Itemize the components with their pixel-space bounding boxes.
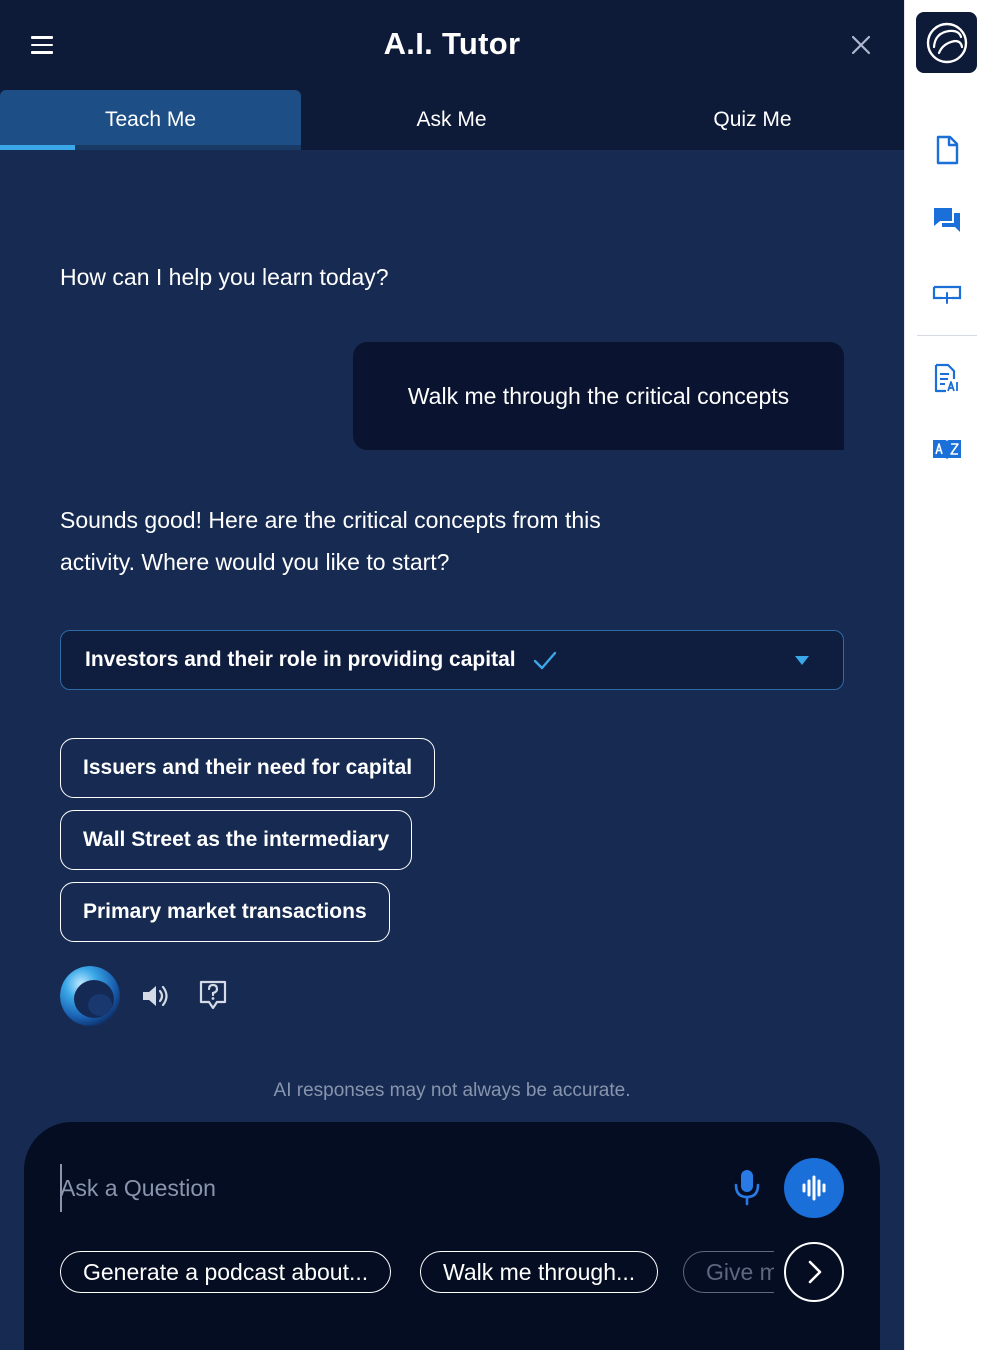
selected-concept-label: Investors and their role in providing ca…	[85, 648, 516, 671]
tab-teach-me[interactable]: Teach Me	[0, 90, 301, 150]
suggested-prompt-chip[interactable]: Generate a podcast about...	[60, 1251, 392, 1293]
ask-question-input[interactable]	[60, 1166, 680, 1210]
next-prompts-button[interactable]	[784, 1242, 844, 1302]
ai-tutor-panel: A.I. Tutor Teach Me Ask Me Quiz Me How c…	[0, 0, 904, 1350]
dictionary-icon	[933, 440, 961, 460]
slides-icon	[932, 285, 962, 304]
composer: Generate a podcast about... Walk me thro…	[24, 1122, 880, 1350]
concept-option[interactable]: Issuers and their need for capital	[60, 738, 436, 798]
ai-disclaimer: AI responses may not always be accurate.	[273, 1080, 631, 1101]
checkmark-icon	[533, 651, 556, 670]
chat-icon	[934, 208, 960, 232]
rail-divider	[917, 335, 977, 336]
rail-dictionary-button[interactable]	[927, 430, 967, 470]
selected-concept-dropdown[interactable]: Investors and their role in providing ca…	[60, 630, 844, 690]
suggested-prompt-chip[interactable]: Give m	[683, 1251, 774, 1293]
suggested-prompt-chip[interactable]: Walk me through...	[420, 1251, 659, 1293]
rail-document-button[interactable]	[927, 130, 967, 170]
ai-greeting: How can I help you learn today?	[60, 264, 389, 290]
rail-chat-button[interactable]	[927, 200, 967, 240]
chevron-down-icon	[795, 656, 809, 665]
microphone-icon[interactable]	[732, 1168, 762, 1206]
concept-option[interactable]: Primary market transactions	[60, 882, 390, 942]
audio-waveform-icon	[802, 1175, 826, 1201]
ai-reply-line: activity. Where would you like to start?	[60, 549, 450, 575]
rail-slides-button[interactable]	[927, 274, 967, 314]
document-icon	[936, 135, 959, 165]
tab-indicator	[0, 145, 301, 150]
ai-notes-icon	[934, 363, 958, 393]
ai-reply-line: Sounds good! Here are the critical conce…	[60, 507, 601, 533]
ai-tutor-logo-button[interactable]	[916, 12, 977, 73]
voice-mode-button[interactable]	[784, 1158, 844, 1218]
speaker-icon[interactable]	[140, 981, 170, 1011]
close-icon[interactable]	[842, 26, 880, 64]
header: A.I. Tutor	[0, 0, 904, 90]
chevron-right-icon	[808, 1260, 822, 1284]
tab-quiz-me[interactable]: Quiz Me	[602, 90, 903, 150]
page-title: A.I. Tutor	[383, 26, 521, 61]
tab-indicator-fill	[0, 145, 75, 150]
user-message-text: Walk me through the critical concepts	[407, 382, 790, 409]
rail-ai-notes-button[interactable]	[927, 358, 967, 398]
feedback-help-icon[interactable]	[198, 979, 228, 1011]
ai-avatar-icon[interactable]	[60, 966, 120, 1026]
ai-tutor-logo-icon	[926, 22, 967, 63]
right-tool-rail	[904, 0, 988, 1350]
tab-bar: Teach Me Ask Me Quiz Me	[0, 90, 904, 150]
user-message-bubble: Walk me through the critical concepts	[353, 342, 844, 450]
tab-ask-me[interactable]: Ask Me	[301, 90, 602, 150]
concept-option[interactable]: Wall Street as the intermediary	[60, 810, 413, 870]
suggested-prompts: Generate a podcast about... Walk me thro…	[60, 1251, 774, 1293]
